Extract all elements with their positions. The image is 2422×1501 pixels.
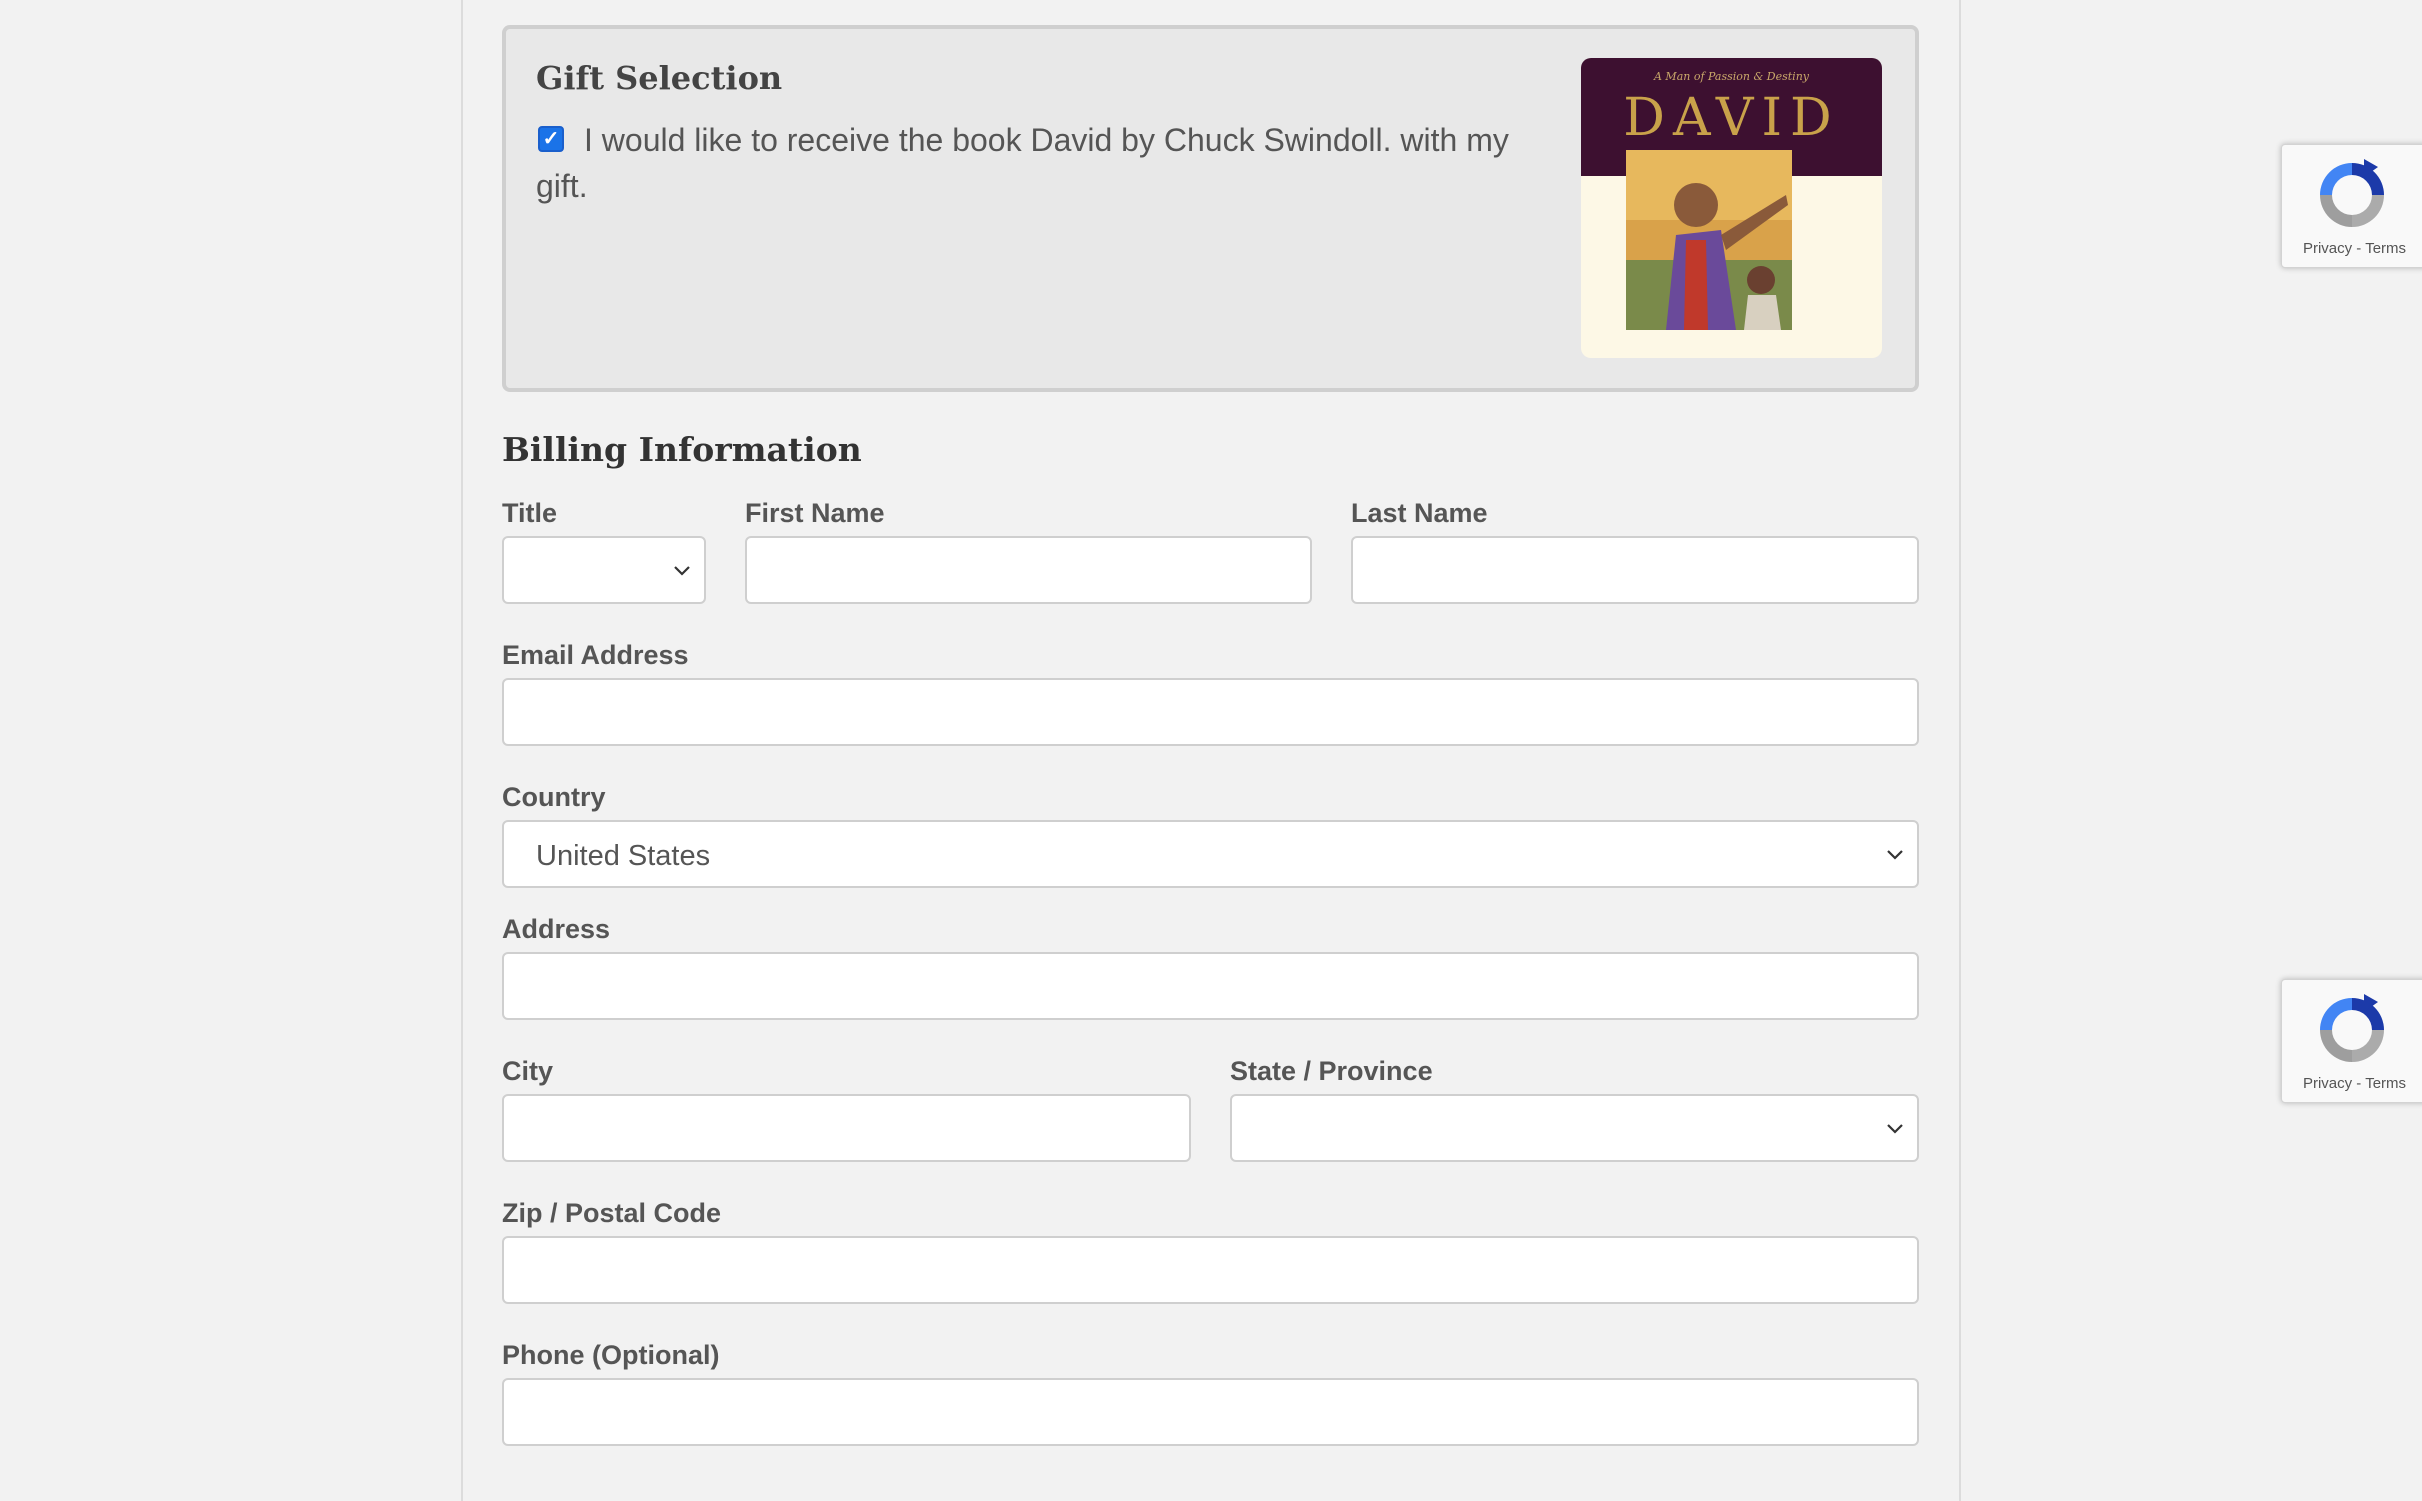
- country-label: Country: [502, 782, 606, 812]
- email-input[interactable]: [502, 678, 1919, 746]
- zip-label: Zip / Postal Code: [502, 1198, 722, 1228]
- address-label: Address: [502, 914, 611, 944]
- city-label: City: [502, 1056, 554, 1086]
- book-cover-illustration: [1626, 150, 1792, 330]
- email-label: Email Address: [502, 640, 689, 670]
- title-label: Title: [502, 498, 558, 528]
- last-name-label: Last Name: [1351, 498, 1488, 528]
- recaptcha-separator: -: [2352, 240, 2366, 257]
- recaptcha-privacy-link[interactable]: Privacy: [2303, 240, 2352, 257]
- country-select[interactable]: United States: [502, 820, 1919, 888]
- recaptcha-links: Privacy - Terms: [2282, 1075, 2422, 1092]
- recaptcha-terms-link[interactable]: Terms: [2365, 1075, 2406, 1092]
- gift-selection-panel: Gift Selection ✓ I would like to receive…: [502, 25, 1919, 392]
- chevron-down-icon: [1887, 850, 1903, 860]
- billing-information-title: Billing Information: [502, 430, 862, 469]
- book-cover-image: A Man of Passion & Destiny DAVID: [1581, 58, 1882, 358]
- phone-label: Phone (Optional): [502, 1340, 720, 1370]
- recaptcha-badge[interactable]: Privacy - Terms: [2281, 144, 2422, 268]
- recaptcha-separator: -: [2352, 1075, 2366, 1092]
- recaptcha-terms-link[interactable]: Terms: [2365, 240, 2406, 257]
- recaptcha-links: Privacy - Terms: [2282, 240, 2422, 257]
- book-cover-tagline: A Man of Passion & Destiny: [1653, 70, 1809, 83]
- gift-checkbox-label[interactable]: I would like to receive the book David b…: [536, 117, 1516, 209]
- phone-input[interactable]: [502, 1378, 1919, 1446]
- book-cover-title: DAVID: [1623, 88, 1840, 148]
- address-input[interactable]: [502, 952, 1919, 1020]
- gift-selection-title: Gift Selection: [536, 59, 783, 97]
- recaptcha-icon: [2320, 994, 2384, 1062]
- country-select-value: United States: [536, 840, 711, 872]
- recaptcha-icon: [2320, 159, 2384, 227]
- first-name-label: First Name: [745, 498, 885, 528]
- chevron-down-icon: [1887, 1124, 1903, 1134]
- state-label: State / Province: [1230, 1056, 1433, 1086]
- recaptcha-privacy-link[interactable]: Privacy: [2303, 1075, 2352, 1092]
- recaptcha-badge[interactable]: Privacy - Terms: [2281, 979, 2422, 1103]
- city-input[interactable]: [502, 1094, 1191, 1162]
- title-select[interactable]: [502, 536, 706, 604]
- state-select[interactable]: [1230, 1094, 1919, 1162]
- chevron-down-icon: [674, 566, 690, 576]
- last-name-input[interactable]: [1351, 536, 1919, 604]
- first-name-input[interactable]: [745, 536, 1312, 604]
- zip-input[interactable]: [502, 1236, 1919, 1304]
